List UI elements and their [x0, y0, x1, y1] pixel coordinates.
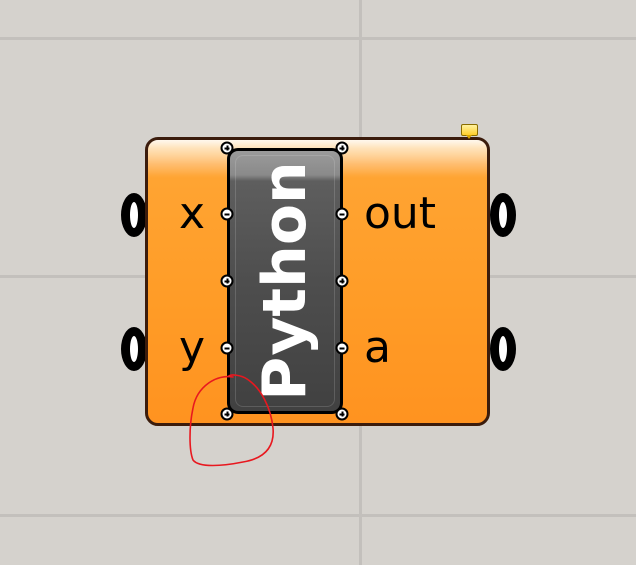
- output-param-out[interactable]: out: [364, 192, 436, 236]
- input-param-y[interactable]: y: [179, 326, 205, 370]
- zui-plus-icon[interactable]: [220, 141, 234, 155]
- output-grip-out[interactable]: [490, 193, 516, 237]
- red-circle-annotation: [189, 374, 274, 467]
- zui-minus-icon[interactable]: [335, 207, 349, 221]
- output-param-a[interactable]: a: [364, 326, 391, 370]
- zui-plus-icon[interactable]: [220, 274, 234, 288]
- zui-plus-icon[interactable]: [335, 274, 349, 288]
- component-name: Python: [250, 161, 320, 401]
- zui-plus-icon[interactable]: [335, 141, 349, 155]
- input-grip-x[interactable]: [121, 193, 147, 237]
- input-grip-y[interactable]: [121, 327, 147, 371]
- output-grip-a[interactable]: [490, 327, 516, 371]
- message-balloon-tail: [466, 135, 472, 139]
- zui-plus-icon[interactable]: [335, 407, 349, 421]
- zui-minus-icon[interactable]: [220, 207, 234, 221]
- zui-minus-icon[interactable]: [335, 341, 349, 355]
- canvas-grid-line: [0, 37, 636, 40]
- input-param-x[interactable]: x: [179, 192, 205, 236]
- canvas-grid-line: [0, 514, 636, 517]
- zui-minus-icon[interactable]: [220, 341, 234, 355]
